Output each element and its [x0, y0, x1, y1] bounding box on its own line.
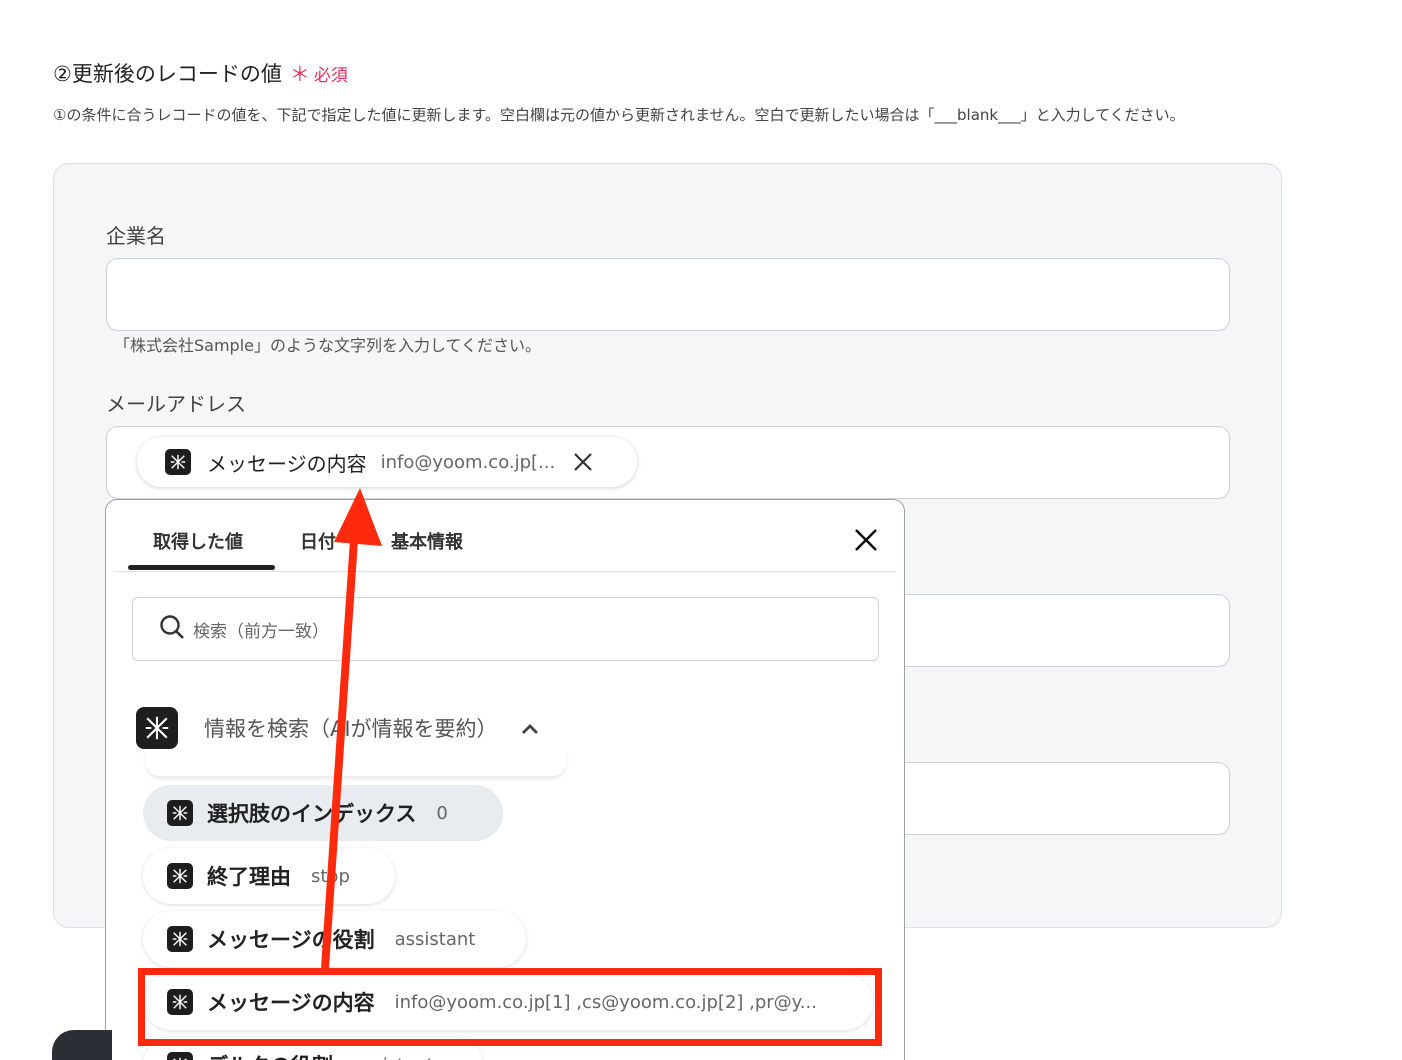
- email-value-chip[interactable]: メッセージの内容 info@yoom.co.jp[...: [137, 437, 637, 487]
- item-value: assistant: [394, 928, 476, 950]
- search-input[interactable]: 検索（前方一致）: [132, 597, 879, 661]
- item-name: デルタの役割: [207, 1050, 333, 1060]
- tab-acquired-values[interactable]: 取得した値: [153, 528, 243, 554]
- search-icon: [159, 614, 185, 644]
- close-icon[interactable]: [852, 526, 880, 554]
- item-value: assistant: [353, 1055, 434, 1060]
- group-header[interactable]: 情報を検索（AIが情報を要約）: [136, 706, 540, 750]
- required-label: 必須: [313, 66, 348, 86]
- company-label: 企業名: [106, 224, 166, 248]
- annotation-highlight-box: [138, 968, 882, 1046]
- item-name: 選択肢のインデックス: [207, 802, 417, 826]
- section-title-text: ②更新後のレコードの値: [53, 62, 282, 86]
- yoom-app-icon: [167, 800, 193, 826]
- yoom-app-icon: [167, 863, 193, 889]
- email-input[interactable]: メッセージの内容 info@yoom.co.jp[...: [106, 426, 1230, 499]
- required-asterisk: ＊: [289, 62, 310, 86]
- item-name: メッセージの役割: [207, 928, 375, 952]
- list-item-partial: [146, 750, 566, 776]
- tab-date[interactable]: 日付: [300, 528, 336, 554]
- chip-name: メッセージの内容: [207, 451, 367, 476]
- chevron-up-icon[interactable]: [520, 721, 540, 735]
- yoom-app-icon: [136, 707, 178, 749]
- tabs-divider: [114, 571, 896, 572]
- close-icon[interactable]: [571, 450, 595, 474]
- group-title: 情報を検索（AIが情報を要約）: [204, 717, 498, 741]
- item-name: 終了理由: [207, 865, 291, 889]
- page: ②更新後のレコードの値 ＊必須 ①の条件に合うレコードの値を、下記で指定した値に…: [0, 0, 1402, 1060]
- list-item[interactable]: 選択肢のインデックス 0: [143, 785, 503, 841]
- item-value: 0: [436, 802, 448, 824]
- picker-tabs: 取得した値 日付 基本情報: [106, 500, 904, 572]
- section-description: ①の条件に合うレコードの値を、下記で指定した値に更新します。空白欄は元の値から更…: [53, 106, 1185, 124]
- item-value: stop: [311, 865, 350, 887]
- floating-widget[interactable]: [52, 1030, 112, 1060]
- active-tab-indicator: [128, 565, 275, 570]
- list-item[interactable]: 終了理由 stop: [143, 848, 395, 904]
- yoom-app-icon: [167, 1052, 193, 1060]
- tab-basic-info[interactable]: 基本情報: [391, 528, 463, 554]
- chip-value: info@yoom.co.jp[...: [380, 451, 556, 473]
- yoom-app-icon: [165, 449, 191, 475]
- email-label: メールアドレス: [106, 392, 246, 416]
- required-badge: ＊必須: [290, 58, 348, 87]
- company-input[interactable]: [106, 258, 1230, 331]
- list-item[interactable]: メッセージの役割 assistant: [143, 911, 526, 967]
- company-hint: 「株式会社Sample」のような文字列を入力してください。: [114, 336, 542, 355]
- yoom-app-icon: [167, 926, 193, 952]
- section-title: ②更新後のレコードの値 ＊必須: [53, 58, 348, 88]
- search-placeholder: 検索（前方一致）: [193, 621, 329, 642]
